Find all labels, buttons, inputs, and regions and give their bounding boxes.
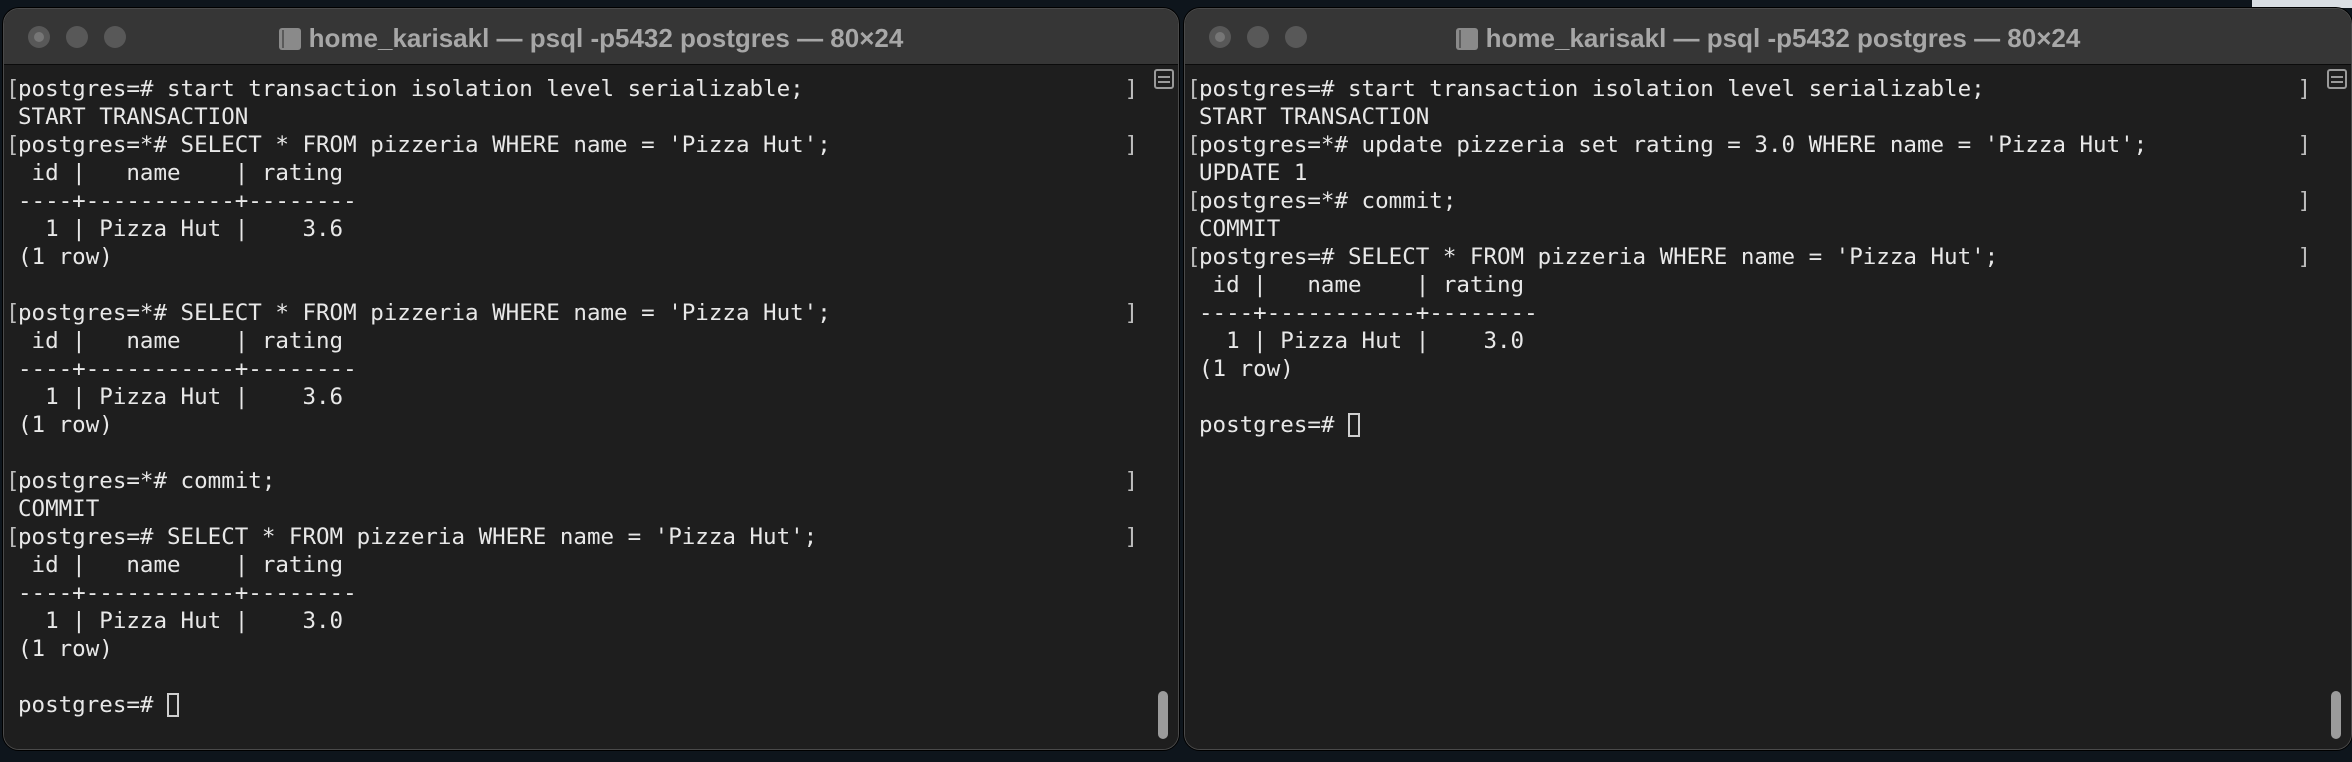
terminal-line: ----+-----------+--------	[4, 355, 1138, 383]
terminal-line: ----+-----------+--------	[4, 579, 1138, 607]
terminal-line-text: postgres=# SELECT * FROM pizzeria WHERE …	[18, 524, 818, 550]
scrollbar[interactable]	[1154, 95, 1172, 743]
scrollbar[interactable]	[2327, 95, 2345, 743]
terminal-line-text: id | name | rating	[1199, 272, 1525, 298]
terminal-output[interactable]: postgres=# start transaction isolation l…	[1185, 75, 2311, 439]
terminal-line-text: START TRANSACTION	[1199, 104, 1430, 130]
terminal-line-text: 1 | Pizza Hut | 3.6	[18, 384, 344, 410]
window-title: home_karisakl — psql -p5432 postgres — 8…	[4, 23, 1178, 54]
terminal-line: 1 | Pizza Hut | 3.6	[4, 215, 1138, 243]
terminal-line: postgres=*# commit;	[1185, 187, 2311, 215]
terminal-line: COMMIT	[4, 495, 1138, 523]
terminal-line-text: postgres=#	[1199, 412, 1349, 438]
terminal-line: (1 row)	[1185, 355, 2311, 383]
terminal-line: postgres=*# update pizzeria set rating =…	[1185, 131, 2311, 159]
desktop-background	[2252, 0, 2352, 8]
split-pane-icon[interactable]	[1154, 69, 1174, 89]
terminal-line-text: 1 | Pizza Hut | 3.0	[1199, 328, 1525, 354]
terminal-line-text: (1 row)	[18, 244, 113, 270]
terminal-line: 1 | Pizza Hut | 3.0	[4, 607, 1138, 635]
terminal-line: (1 row)	[4, 411, 1138, 439]
terminal-line-text: (1 row)	[18, 636, 113, 662]
folder-icon	[278, 28, 301, 50]
terminal-line: id | name | rating	[4, 551, 1138, 579]
terminal-content[interactable]: postgres=# start transaction isolation l…	[1185, 65, 2351, 749]
terminal-line: postgres=# start transaction isolation l…	[1185, 75, 2311, 103]
terminal-line: 1 | Pizza Hut | 3.0	[1185, 327, 2311, 355]
terminal-line-text: postgres=*# commit;	[1199, 188, 1457, 214]
terminal-line-text: id | name | rating	[18, 328, 344, 354]
terminal-content[interactable]: postgres=# start transaction isolation l…	[4, 65, 1178, 749]
terminal-line: ----+-----------+--------	[4, 187, 1138, 215]
terminal-line-text: ----+-----------+--------	[18, 356, 357, 382]
terminal-line: START TRANSACTION	[1185, 103, 2311, 131]
terminal-line: UPDATE 1	[1185, 159, 2311, 187]
window-titlebar[interactable]: home_karisakl — psql -p5432 postgres — 8…	[4, 9, 1178, 65]
terminal-line: postgres=*# SELECT * FROM pizzeria WHERE…	[4, 131, 1138, 159]
terminal-line-text: postgres=#	[18, 692, 168, 718]
terminal-line: id | name | rating	[4, 159, 1138, 187]
terminal-window-left[interactable]: home_karisakl — psql -p5432 postgres — 8…	[3, 8, 1179, 750]
terminal-line: id | name | rating	[4, 327, 1138, 355]
terminal-line-text: ----+-----------+--------	[18, 188, 357, 214]
text-cursor	[167, 693, 180, 717]
terminal-line-text: ----+-----------+--------	[1199, 300, 1538, 326]
terminal-window-right[interactable]: home_karisakl — psql -p5432 postgres — 8…	[1184, 8, 2352, 750]
terminal-line: id | name | rating	[1185, 271, 2311, 299]
terminal-line-text: postgres=# start transaction isolation l…	[1199, 76, 1985, 102]
text-cursor	[1348, 413, 1361, 437]
terminal-line-text: id | name | rating	[18, 552, 344, 578]
terminal-line-text: (1 row)	[1199, 356, 1294, 382]
terminal-line: postgres=#	[1185, 411, 2311, 439]
terminal-line-text: ----+-----------+--------	[18, 580, 357, 606]
terminal-line-text: COMMIT	[18, 496, 100, 522]
terminal-line-text: id | name | rating	[18, 160, 344, 186]
terminal-output[interactable]: postgres=# start transaction isolation l…	[4, 75, 1138, 719]
terminal-line: postgres=# start transaction isolation l…	[4, 75, 1138, 103]
terminal-line: postgres=*# commit;	[4, 467, 1138, 495]
terminal-line-text: postgres=# start transaction isolation l…	[18, 76, 804, 102]
terminal-line: ----+-----------+--------	[1185, 299, 2311, 327]
terminal-line-text: postgres=*# commit;	[18, 468, 276, 494]
folder-icon	[1455, 28, 1478, 50]
terminal-line: (1 row)	[4, 635, 1138, 663]
terminal-line-text: postgres=*# SELECT * FROM pizzeria WHERE…	[18, 132, 831, 158]
terminal-line: COMMIT	[1185, 215, 2311, 243]
terminal-line-text: 1 | Pizza Hut | 3.6	[18, 216, 344, 242]
scroll-thumb[interactable]	[1158, 691, 1168, 739]
terminal-line: START TRANSACTION	[4, 103, 1138, 131]
terminal-line: (1 row)	[4, 243, 1138, 271]
terminal-line: postgres=# SELECT * FROM pizzeria WHERE …	[4, 523, 1138, 551]
terminal-line: postgres=#	[4, 691, 1138, 719]
terminal-line-text: (1 row)	[18, 412, 113, 438]
window-title: home_karisakl — psql -p5432 postgres — 8…	[1185, 23, 2351, 54]
window-titlebar[interactable]: home_karisakl — psql -p5432 postgres — 8…	[1185, 9, 2351, 65]
terminal-line-text: postgres=*# update pizzeria set rating =…	[1199, 132, 2148, 158]
split-pane-icon[interactable]	[2327, 69, 2347, 89]
terminal-line: 1 | Pizza Hut | 3.6	[4, 383, 1138, 411]
terminal-line-text: START TRANSACTION	[18, 104, 249, 130]
terminal-line-text: postgres=# SELECT * FROM pizzeria WHERE …	[1199, 244, 1999, 270]
terminal-line: postgres=*# SELECT * FROM pizzeria WHERE…	[4, 299, 1138, 327]
terminal-line: postgres=# SELECT * FROM pizzeria WHERE …	[1185, 243, 2311, 271]
terminal-line-text: 1 | Pizza Hut | 3.0	[18, 608, 344, 634]
terminal-line-text: UPDATE 1	[1199, 160, 1308, 186]
terminal-line-text: postgres=*# SELECT * FROM pizzeria WHERE…	[18, 300, 831, 326]
scroll-thumb[interactable]	[2331, 691, 2341, 739]
terminal-line-text: COMMIT	[1199, 216, 1281, 242]
